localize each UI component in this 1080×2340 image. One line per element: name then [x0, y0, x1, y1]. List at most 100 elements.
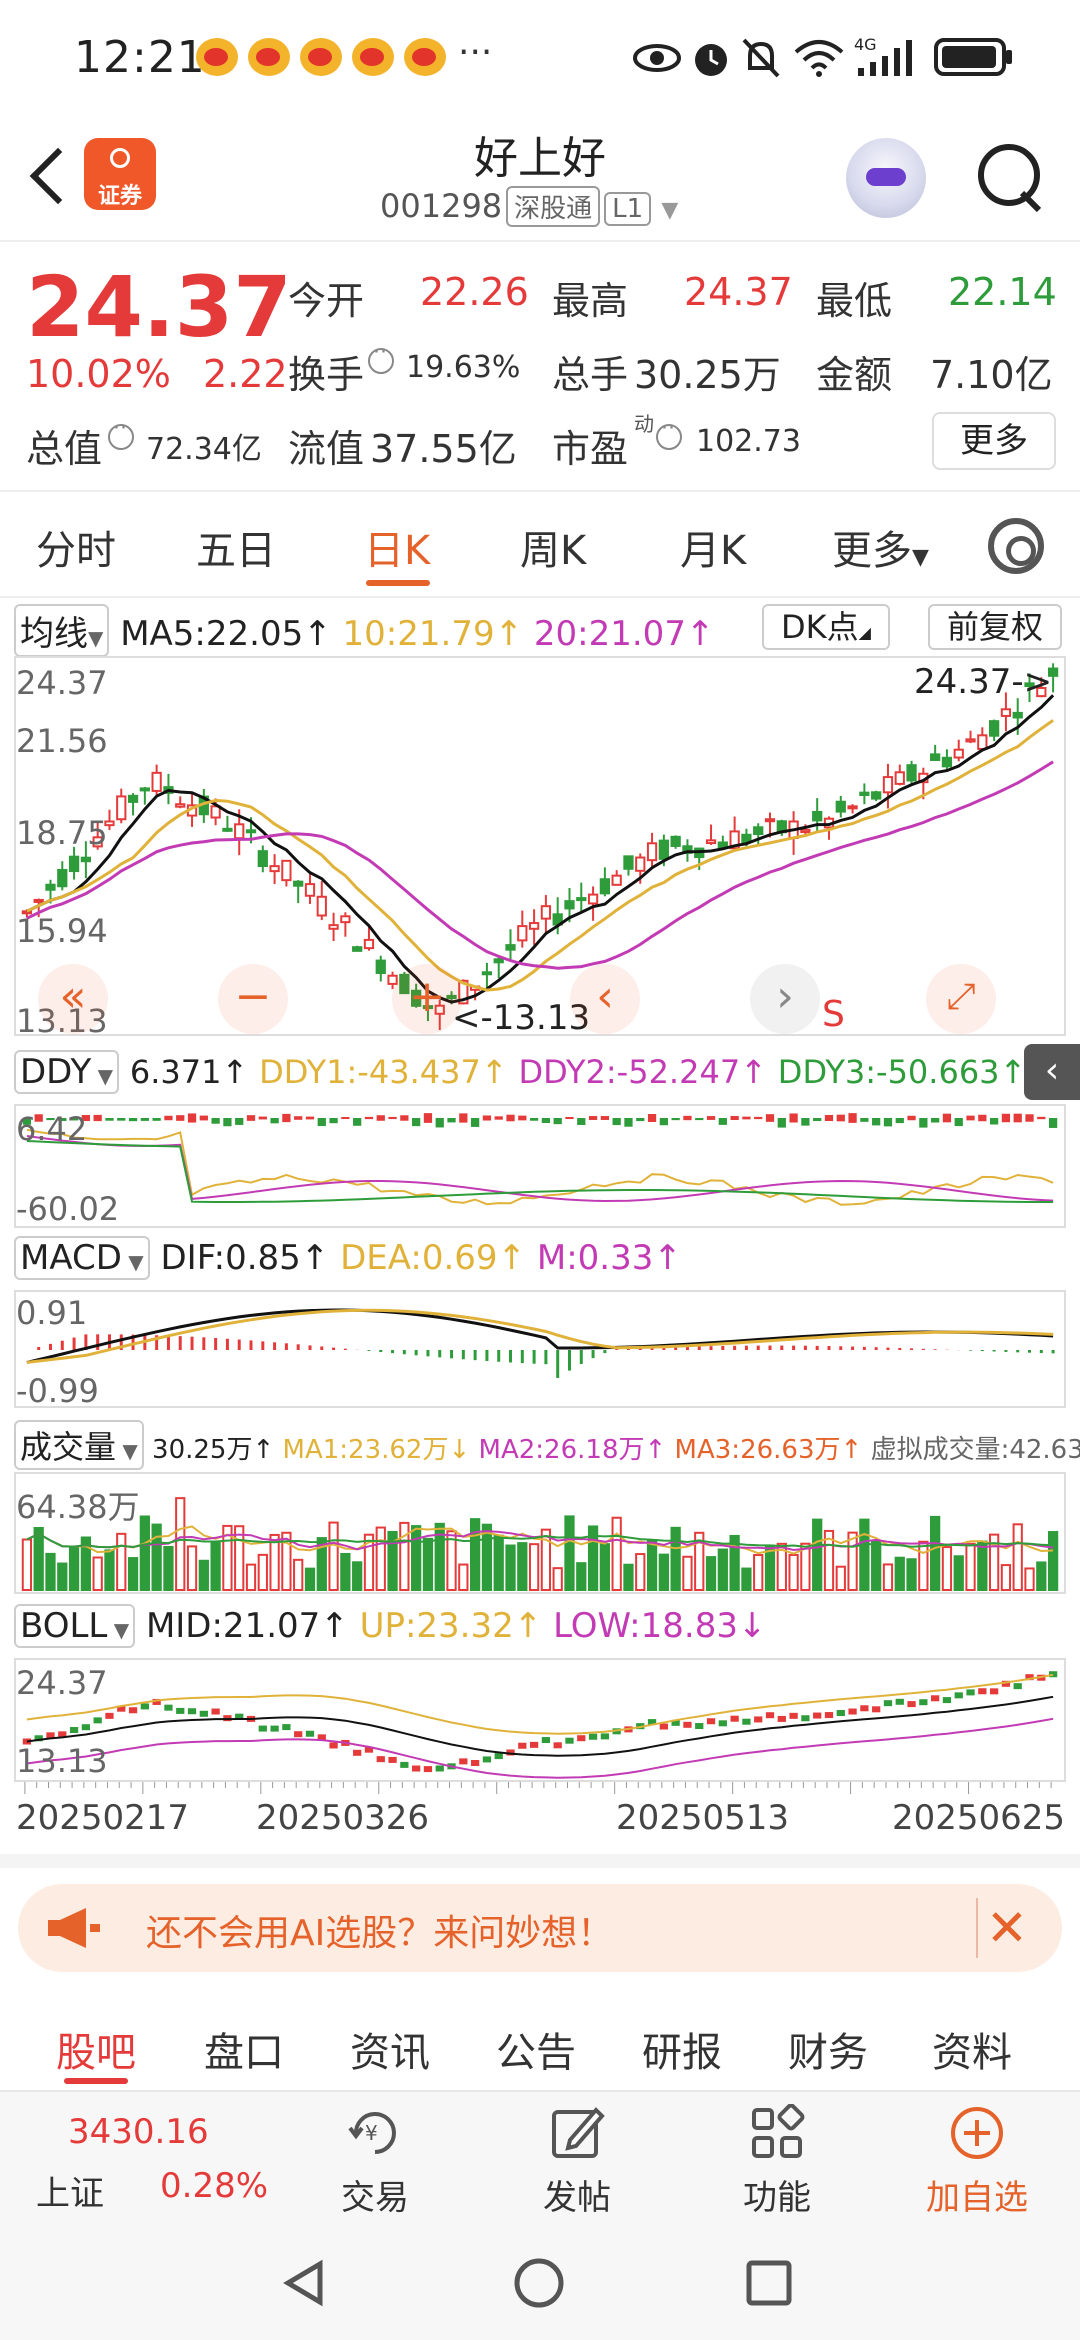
tab-news[interactable]: 资讯	[350, 2020, 430, 2078]
boll-candle	[423, 1766, 433, 1773]
nav-recents-icon[interactable]	[744, 2258, 794, 2308]
boll-candle	[329, 1742, 338, 1749]
tab-research[interactable]: 研报	[642, 2020, 722, 2078]
ddy-bar	[765, 1114, 775, 1122]
candle-body	[988, 720, 1000, 737]
nav-home-icon[interactable]	[512, 2256, 566, 2310]
search-icon[interactable]	[974, 140, 1044, 210]
tab-more-periods[interactable]: 更多▼	[832, 518, 929, 576]
boll-selector[interactable]: BOLL ▼	[14, 1604, 136, 1648]
volume-bar	[658, 1553, 669, 1591]
boll-candle	[400, 1761, 409, 1768]
price-adjust-button[interactable]: 前复权	[928, 604, 1062, 650]
boll-candle	[376, 1756, 385, 1763]
close-banner-icon[interactable]: ✕	[976, 1898, 1036, 1958]
pe-info-icon[interactable]	[656, 416, 682, 450]
tab-intraday[interactable]: 分时	[36, 518, 116, 576]
ddy-bar	[199, 1115, 208, 1121]
boll-candle	[919, 1699, 928, 1706]
functions-button[interactable]: 功能	[702, 2090, 852, 2219]
boll-chart-panel[interactable]	[14, 1658, 1066, 1782]
scroll-right-button[interactable]: ›	[750, 964, 820, 1034]
candle-body	[481, 971, 493, 976]
volume-bar	[175, 1497, 186, 1591]
turnover-info-icon[interactable]	[368, 340, 394, 374]
volume-bar	[1036, 1561, 1047, 1591]
macd-chart-panel[interactable]	[14, 1290, 1066, 1408]
volume-value: 30.25万	[634, 353, 781, 397]
ddy-value: 6.371↑	[129, 1053, 249, 1091]
amount-label: 金额	[816, 353, 893, 397]
tab-financials[interactable]: 财务	[788, 2020, 868, 2078]
stock-code-line[interactable]: 001298 深股通 L1 ▼	[380, 186, 678, 227]
tab-daily-k[interactable]: 日K	[364, 518, 430, 576]
volume-chart-panel[interactable]	[14, 1472, 1066, 1594]
total-cap-info-icon[interactable]	[108, 416, 134, 450]
volume-bar	[21, 1538, 33, 1592]
post-button[interactable]: 发帖	[502, 2090, 652, 2219]
ddy-bar	[541, 1118, 551, 1124]
settings-gear-icon[interactable]	[988, 518, 1044, 574]
tab-announcements[interactable]: 公告	[496, 2020, 576, 2078]
collapse-panel-button[interactable]: ‹	[1024, 1044, 1080, 1100]
nav-back-icon[interactable]	[280, 2258, 330, 2308]
macd-legend-row: MACD ▼ DIF:0.85↑ DEA:0.69↑ M:0.33↑	[14, 1236, 682, 1280]
boll-candle	[140, 1703, 149, 1710]
macd-dea-value: DEA:0.69↑	[340, 1238, 527, 1278]
volume-legend-row: 成交量 ▼ 30.25万↑ MA1:23.62万↓ MA2:26.18万↑ MA…	[14, 1420, 1080, 1470]
candle-body	[151, 771, 162, 792]
change-percent: 10.02%	[26, 352, 171, 396]
zoom-out-button[interactable]: −	[218, 964, 288, 1034]
ai-banner[interactable]: 还不会用AI选股？来问妙想！ ✕	[18, 1884, 1062, 1972]
volume-bar	[116, 1532, 127, 1591]
add-to-watchlist-button[interactable]: 加自选	[902, 2090, 1052, 2219]
ai-assistant-avatar[interactable]	[846, 138, 926, 218]
ddy-bar	[187, 1113, 197, 1123]
volume-bar	[682, 1555, 693, 1592]
ma-selector[interactable]: 均线▼	[14, 604, 110, 657]
ddy-bar	[671, 1118, 680, 1121]
tab-five-day[interactable]: 五日	[196, 518, 276, 576]
tab-profile[interactable]: 资料	[932, 2020, 1012, 2078]
ddy-chart	[22, 1113, 1058, 1206]
boll-candle	[718, 1720, 727, 1727]
tab-weekly-k[interactable]: 周K	[520, 518, 586, 576]
boll-candle	[754, 1716, 763, 1723]
ddy-bar	[907, 1115, 916, 1121]
ddy-selector-label: DDY	[20, 1052, 92, 1092]
ddy-chart-panel[interactable]	[14, 1104, 1066, 1228]
trade-label: 交易	[341, 2178, 409, 2218]
scroll-left-button[interactable]: ‹	[570, 964, 640, 1034]
volume-bar	[1047, 1531, 1059, 1591]
ddy-bar	[235, 1118, 244, 1125]
tab-stock-forum[interactable]: 股吧	[56, 2020, 136, 2078]
ddy-bar	[435, 1118, 444, 1128]
kline-chart-panel[interactable]	[14, 656, 1066, 1036]
zoom-in-button[interactable]: +	[392, 964, 462, 1034]
volume-bar	[127, 1557, 139, 1591]
tab-order-book[interactable]: 盘口	[204, 2020, 284, 2078]
low-value: 22.14	[948, 270, 1057, 314]
scroll-left-fast-button[interactable]: «	[38, 964, 108, 1034]
fullscreen-icon[interactable]: ⤢	[926, 964, 996, 1034]
ddy-bar	[789, 1113, 798, 1123]
ddy-bar	[459, 1113, 468, 1123]
ddy-bar	[895, 1118, 904, 1124]
more-quote-button[interactable]: 更多	[932, 412, 1056, 470]
candle-body	[328, 924, 339, 930]
volume-selector[interactable]: 成交量 ▼	[14, 1420, 144, 1470]
candle-body	[835, 800, 846, 813]
ddy-bar	[423, 1113, 433, 1123]
dk-points-button[interactable]: DK点◢	[762, 604, 890, 650]
market-index-widget[interactable]: 3430.16 上证 0.28%	[20, 2090, 270, 2226]
ddy-bar	[588, 1116, 598, 1120]
boll-candle	[1048, 1671, 1058, 1678]
ddy-bar	[1013, 1113, 1022, 1123]
macd-selector[interactable]: MACD ▼	[14, 1236, 150, 1280]
tab-monthly-k[interactable]: 月K	[680, 518, 746, 576]
trade-button[interactable]: ¥ 交易	[300, 2090, 450, 2219]
volume-bar	[788, 1553, 799, 1591]
edit-icon	[552, 2107, 605, 2158]
kline-chart[interactable]	[16, 658, 1064, 1034]
ddy-selector[interactable]: DDY ▼	[14, 1050, 120, 1094]
